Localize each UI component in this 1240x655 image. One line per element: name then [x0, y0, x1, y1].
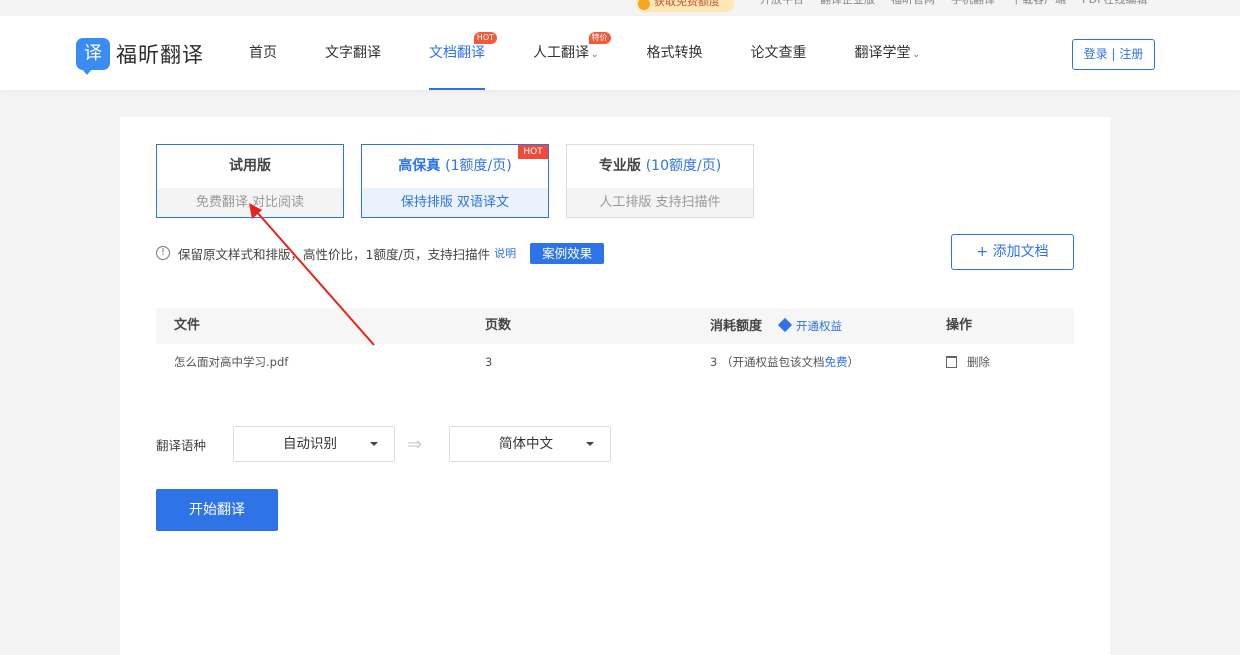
open-benefit-link[interactable]: 开通权益: [777, 317, 843, 333]
nav-human-translate[interactable]: 人工翻译 ⌄ 特价: [533, 16, 611, 90]
benefit-label: 开通权益: [796, 319, 843, 333]
swap-arrow-icon: ⇒: [407, 434, 423, 455]
col-action: 操作: [946, 318, 973, 333]
add-document-button[interactable]: + 添加文档: [951, 234, 1074, 270]
diamond-icon: [777, 317, 793, 333]
version-title-text: 高保真: [398, 158, 441, 174]
file-name: 怎么面对高中学习.pdf: [174, 355, 289, 369]
main-nav: 首页 文字翻译 文档翻译 HOT 人工翻译 ⌄ 特价 格式转换 论文查重 翻译学堂 ⌄: [249, 16, 968, 90]
logo-icon: 译: [76, 38, 110, 75]
dropdown-caret-icon: [370, 442, 378, 446]
source-language-select[interactable]: 自动识别: [233, 426, 395, 462]
delete-label: 删除: [967, 355, 990, 369]
delete-button[interactable]: 删除: [946, 344, 990, 380]
top-links: 开放平台 翻译企业版 福昕官网 手机翻译 下载客户端 PDF在线编辑: [760, 0, 1147, 8]
version-high-fidelity[interactable]: 高保真 (1额度/页) 保持排版 双语译文 HOT: [361, 144, 549, 218]
info-icon: !: [156, 246, 170, 260]
nav-label: 人工翻译: [533, 45, 589, 61]
login-register-button[interactable]: 登录 | 注册: [1072, 39, 1155, 70]
toplink-pdf-edit[interactable]: PDF在线编辑: [1082, 0, 1147, 8]
nav-format-convert[interactable]: 格式转换: [647, 16, 703, 90]
col-pages: 页数: [485, 318, 512, 333]
logo-text: 福昕翻译: [116, 43, 204, 67]
version-quota: (1额度/页): [445, 158, 512, 174]
trash-icon: [946, 356, 957, 368]
version-title-text: 专业版: [598, 158, 641, 174]
free-text: 免费: [824, 355, 848, 369]
version-subtitle: 保持排版 双语译文: [362, 188, 548, 217]
toplink-official-site[interactable]: 福昕官网: [891, 0, 935, 8]
promo-label: 获取免费额度: [654, 0, 720, 8]
table-row: 怎么面对高中学习.pdf 3 3 （开通权益包该文档免费） 删除: [156, 344, 1074, 380]
version-professional[interactable]: 专业版 (10额度/页) 人工排版 支持扫描件: [566, 144, 754, 218]
nav-home[interactable]: 首页: [249, 16, 277, 90]
nav-label: 格式转换: [646, 45, 703, 61]
toplink-download[interactable]: 下载客户端: [1011, 0, 1066, 8]
quota-close: ）: [847, 355, 859, 369]
hot-badge: HOT: [518, 145, 548, 159]
translate-panel: 试用版 免费翻译 对比阅读 高保真 (1额度/页) 保持排版 双语译文 HOT …: [120, 117, 1110, 655]
version-trial[interactable]: 试用版 免费翻译 对比阅读: [156, 144, 344, 218]
language-label: 翻译语种: [156, 438, 207, 453]
version-quota: (10额度/页): [645, 158, 722, 174]
site-header: 译 福昕翻译 首页 文字翻译 文档翻译 HOT 人工翻译 ⌄ 特价 格式转换 论文查重…: [0, 16, 1240, 90]
special-price-badge: 特价: [588, 32, 611, 44]
info-explain-link[interactable]: 说明: [494, 245, 516, 261]
nav-label: 翻译学堂: [854, 45, 911, 61]
version-subtitle: 免费翻译 对比阅读: [157, 188, 343, 217]
version-title: 试用版: [157, 145, 343, 188]
dropdown-caret-icon: [586, 442, 594, 446]
top-strip: 获取免费额度 开放平台 翻译企业版 福昕官网 手机翻译 下载客户端 PDF在线编…: [0, 0, 1240, 16]
nav-label: 文档翻译: [429, 45, 485, 61]
toplink-enterprise[interactable]: 翻译企业版: [820, 0, 875, 8]
toplink-mobile[interactable]: 手机翻译: [951, 0, 995, 8]
version-title: 专业版 (10额度/页): [567, 145, 753, 188]
chevron-down-icon: ⌄: [912, 50, 921, 60]
nav-label: 论文查重: [750, 45, 807, 61]
nav-doc-translate[interactable]: 文档翻译 HOT: [429, 16, 497, 90]
info-text: 保留原文样式和排版，高性价比，1额度/页，支持扫描件: [178, 246, 491, 262]
nav-text-translate[interactable]: 文字翻译: [325, 16, 381, 90]
nav-label: 首页: [249, 45, 277, 61]
logo[interactable]: 译 福昕翻译: [76, 38, 204, 75]
target-language-select[interactable]: 简体中文: [449, 426, 611, 462]
nav-translation-school[interactable]: 翻译学堂 ⌄: [855, 16, 921, 90]
quota-text: 3 （开通权益包该文档: [710, 355, 825, 369]
quota-cost: 3 （开通权益包该文档免费）: [710, 344, 859, 380]
table-header: 文件 页数 消耗额度 开通权益 操作: [156, 308, 1074, 344]
version-subtitle: 人工排版 支持扫描件: [567, 188, 753, 217]
chevron-down-icon: ⌄: [591, 50, 599, 60]
nav-plagiarism-check[interactable]: 论文查重: [751, 16, 807, 90]
start-translate-button[interactable]: 开始翻译: [156, 489, 278, 531]
col-quota-label: 消耗额度: [710, 319, 763, 334]
col-quota: 消耗额度 开通权益: [710, 308, 842, 344]
page-count: 3: [485, 355, 493, 369]
version-info: ! 保留原文样式和排版，高性价比，1额度/页，支持扫描件 说明 案例效果: [156, 242, 605, 264]
toplink-open-platform[interactable]: 开放平台: [760, 0, 804, 8]
hot-badge: HOT: [473, 32, 497, 44]
coin-icon: [638, 0, 650, 10]
case-effect-button[interactable]: 案例效果: [530, 242, 605, 264]
free-quota-promo[interactable]: 获取免费额度: [636, 0, 734, 12]
col-file: 文件: [174, 318, 201, 333]
nav-label: 文字翻译: [325, 45, 381, 61]
version-title-text: 试用版: [229, 158, 271, 174]
